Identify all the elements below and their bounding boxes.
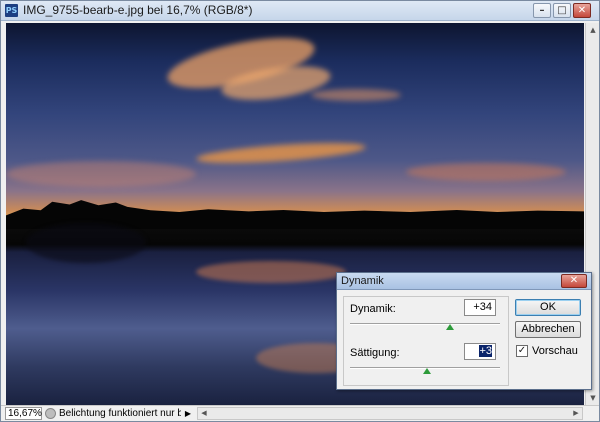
photoshop-app-icon: PS [5, 4, 18, 17]
saturation-slider-thumb[interactable] [423, 368, 431, 374]
vibrance-slider-track[interactable] [350, 323, 500, 325]
saturation-value: +3 [479, 345, 492, 357]
ok-button[interactable]: OK [515, 299, 581, 316]
vibrance-slider-thumb[interactable] [446, 324, 454, 330]
dialog-close-button[interactable]: ✕ [561, 274, 587, 288]
water-reflection [196, 261, 346, 283]
sunset-cloud [6, 161, 196, 187]
scroll-up-icon[interactable]: ▲ [586, 23, 600, 37]
adjustment-group: Dynamik: +34 Sättigung: +3 [343, 296, 509, 386]
status-info-text: Belichtung funktioniert nur bei 3... [59, 408, 181, 419]
sunset-cloud [311, 89, 401, 101]
close-button[interactable]: ✕ [573, 3, 591, 18]
vibrance-value: +34 [473, 301, 492, 313]
vibrance-label: Dynamik: [350, 303, 396, 315]
scroll-left-icon[interactable]: ◀ [198, 408, 210, 419]
title-bar[interactable]: PS IMG_9755-bearb-e.jpg bei 16,7% (RGB/8… [1, 1, 599, 21]
status-menu-icon[interactable]: ▶ [183, 408, 193, 419]
zoom-level-field[interactable]: 16,67% [5, 407, 42, 420]
scroll-right-icon[interactable]: ▶ [570, 408, 582, 419]
preview-label: Vorschau [532, 345, 578, 357]
status-bar: 16,67% Belichtung funktioniert nur bei 3… [1, 405, 599, 421]
cancel-button[interactable]: Abbrechen [515, 321, 581, 338]
scroll-down-icon[interactable]: ▼ [586, 391, 600, 405]
preview-checkbox[interactable]: ✓ [516, 345, 528, 357]
status-indicator-icon [45, 408, 56, 419]
dialog-title: Dynamik [341, 275, 384, 287]
dialog-title-bar[interactable]: Dynamik ✕ [337, 273, 591, 290]
window-title: IMG_9755-bearb-e.jpg bei 16,7% (RGB/8*) [23, 3, 253, 17]
maximize-button[interactable]: □ [553, 3, 571, 18]
saturation-label: Sättigung: [350, 347, 400, 359]
vibrance-input[interactable]: +34 [464, 299, 496, 316]
horizontal-scrollbar[interactable]: ◀ ▶ [197, 407, 583, 420]
water-reflection [26, 223, 146, 263]
sunset-cloud [195, 139, 367, 167]
sunset-cloud [406, 163, 566, 181]
dynamik-dialog: Dynamik ✕ Dynamik: +34 Sättigung: +3 OK … [336, 272, 592, 390]
saturation-input[interactable]: +3 [464, 343, 496, 360]
minimize-button[interactable]: – [533, 3, 551, 18]
